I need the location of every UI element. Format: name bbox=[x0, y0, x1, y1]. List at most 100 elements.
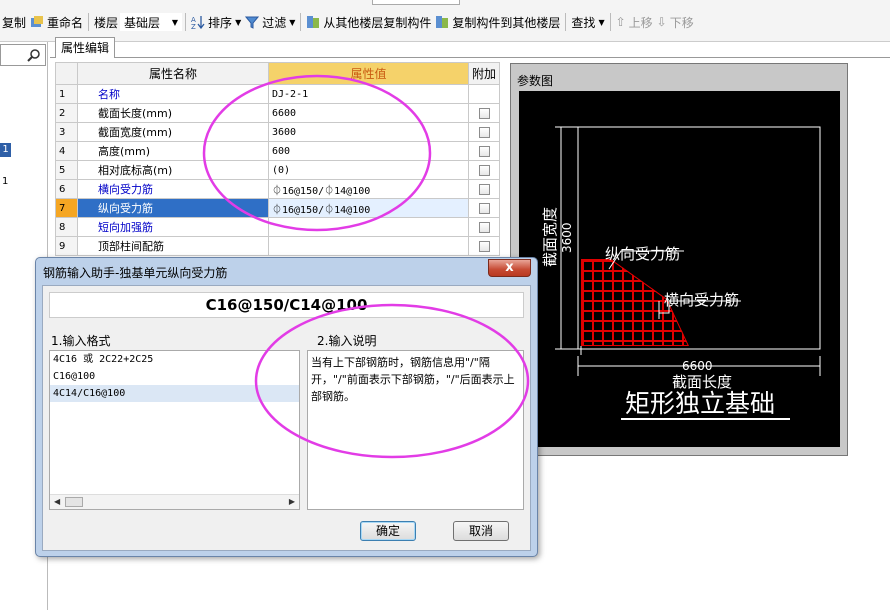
table-row[interactable]: 2 截面长度(mm) 6600 bbox=[55, 103, 501, 123]
foundation-diagram: 截面宽度 3600 纵向受力筋 横向受力筋 6600 截面长度 矩形独立基础 bbox=[541, 126, 821, 420]
property-name: 名称 bbox=[77, 84, 269, 104]
table-row[interactable]: 4 高度(mm) 600 bbox=[55, 141, 501, 161]
foundation-caption: 矩形独立基础 bbox=[625, 389, 775, 418]
extra-checkbox[interactable] bbox=[478, 164, 490, 176]
parameter-figure-canvas: 截面宽度 3600 纵向受力筋 横向受力筋 6600 截面长度 矩形独立基础 bbox=[519, 91, 840, 447]
move-up-button[interactable]: ⇧ 上移 bbox=[614, 14, 655, 31]
filter-label: 过滤 bbox=[262, 15, 287, 30]
input-description-text: 当有上下部钢筋时，钢筋信息用"/"隔开，"/"前面表示下部钢筋，"/"后面表示上… bbox=[307, 350, 524, 510]
property-name: 截面长度(mm) bbox=[77, 103, 269, 123]
search-icon[interactable] bbox=[27, 48, 41, 62]
format-list[interactable]: 4C16 或 2C22+2C25 C16@100 4C14/C16@100 ◀ … bbox=[49, 350, 300, 510]
extra-cell bbox=[467, 84, 501, 104]
list-item[interactable]: C16@100 bbox=[50, 368, 299, 385]
property-value[interactable] bbox=[268, 217, 469, 237]
extra-checkbox[interactable] bbox=[478, 183, 490, 195]
tab-property-edit[interactable]: 属性编辑 bbox=[55, 37, 115, 58]
property-value[interactable]: (0) bbox=[268, 160, 469, 180]
move-up-label: 上移 bbox=[628, 15, 653, 30]
extra-cell bbox=[467, 141, 501, 161]
width-label: 截面宽度 bbox=[541, 207, 559, 267]
list-item-selected[interactable]: 1 bbox=[0, 143, 11, 157]
table-row[interactable]: 1 名称 DJ-2-1 bbox=[55, 84, 501, 104]
move-down-label: 下移 bbox=[669, 15, 694, 30]
move-down-button[interactable]: ⇩ 下移 bbox=[655, 14, 696, 31]
extra-checkbox[interactable] bbox=[478, 202, 490, 214]
table-row-selected[interactable]: 7 纵向受力筋 ⏀16@150/⏀14@100 bbox=[55, 198, 501, 218]
row-number: 3 bbox=[55, 122, 78, 142]
table-row[interactable]: 6 横向受力筋 ⏀16@150/⏀14@100 bbox=[55, 179, 501, 199]
sort-button[interactable]: AZ 排序 ▼ bbox=[189, 14, 243, 31]
row-number: 8 bbox=[55, 217, 78, 237]
close-button[interactable]: x bbox=[488, 259, 531, 277]
copy-to-other-floor-button[interactable]: 复制构件到其他楼层 bbox=[433, 14, 562, 31]
row-number: 1 bbox=[55, 84, 78, 104]
extra-cell bbox=[467, 103, 501, 123]
sort-label: 排序 bbox=[208, 15, 233, 30]
property-name: 横向受力筋 bbox=[77, 179, 269, 199]
table-row[interactable]: 9 顶部柱间配筋 bbox=[55, 236, 501, 256]
cancel-button[interactable]: 取消 bbox=[453, 521, 509, 541]
rename-label: 重命名 bbox=[47, 15, 84, 30]
extra-checkbox[interactable] bbox=[478, 240, 490, 252]
extra-checkbox[interactable] bbox=[478, 126, 490, 138]
scrollbar-thumb[interactable] bbox=[65, 497, 83, 507]
list-item[interactable]: 1 bbox=[2, 176, 8, 187]
search-input[interactable] bbox=[0, 44, 46, 66]
copy-floor-icon bbox=[307, 16, 320, 28]
floor-select-value: 基础层 bbox=[124, 15, 161, 30]
filter-button[interactable]: 过滤 ▼ bbox=[243, 14, 297, 31]
find-label: 查找 bbox=[571, 15, 596, 30]
extra-cell bbox=[467, 179, 501, 199]
copy-label: 复制 bbox=[2, 15, 27, 30]
table-row[interactable]: 3 截面宽度(mm) 3600 bbox=[55, 122, 501, 142]
rebar-input-dialog: 钢筋输入助手-独基单元纵向受力筋 x C16@150/C14@100 1.输入格… bbox=[35, 257, 538, 557]
length-value: 6600 bbox=[682, 359, 713, 373]
row-number: 9 bbox=[55, 236, 78, 256]
column-header-value: 属性值 bbox=[268, 62, 469, 85]
floor-select[interactable]: 基础层 ▼ bbox=[120, 13, 183, 31]
property-value[interactable]: 3600 bbox=[268, 122, 469, 142]
extra-checkbox[interactable] bbox=[478, 145, 490, 157]
scroll-right-icon[interactable]: ▶ bbox=[289, 497, 295, 506]
table-row[interactable]: 8 短向加强筋 bbox=[55, 217, 501, 237]
separator bbox=[185, 13, 187, 31]
property-name: 高度(mm) bbox=[77, 141, 269, 161]
extra-checkbox[interactable] bbox=[478, 221, 490, 233]
dialog-title: 钢筋输入助手-独基单元纵向受力筋 bbox=[43, 266, 228, 280]
list-item[interactable]: 4C16 或 2C22+2C25 bbox=[50, 351, 299, 368]
table-row[interactable]: 5 相对底标高(m) (0) bbox=[55, 160, 501, 180]
rebar-preview-field: C16@150/C14@100 bbox=[49, 292, 524, 318]
property-value[interactable]: DJ-2-1 bbox=[268, 84, 469, 104]
find-button[interactable]: 查找 ▼ bbox=[569, 14, 606, 31]
rename-icon bbox=[31, 16, 44, 27]
property-name: 短向加强筋 bbox=[77, 217, 269, 237]
floor-label: 楼层 bbox=[94, 15, 119, 30]
column-header-extra: 附加 bbox=[467, 62, 501, 85]
scroll-left-icon[interactable]: ◀ bbox=[54, 497, 60, 506]
copy-to-other-label: 复制构件到其他楼层 bbox=[452, 15, 561, 30]
rename-button[interactable]: 重命名 bbox=[28, 14, 85, 31]
extra-cell bbox=[467, 217, 501, 237]
list-item-selected[interactable]: 4C14/C16@100 bbox=[50, 385, 299, 402]
property-value[interactable] bbox=[268, 236, 469, 256]
close-icon: x bbox=[505, 260, 514, 275]
copy-from-other-floor-button[interactable]: 从其他楼层复制构件 bbox=[304, 14, 433, 31]
row-number: 7 bbox=[55, 198, 78, 218]
horizontal-scrollbar[interactable]: ◀ ▶ bbox=[50, 494, 299, 509]
ok-button[interactable]: 确定 bbox=[360, 521, 416, 541]
dialog-body: C16@150/C14@100 1.输入格式 2.输入说明 4C16 或 2C2… bbox=[42, 285, 531, 551]
property-value[interactable]: ⏀16@150/⏀14@100 bbox=[268, 179, 469, 199]
copy-button[interactable]: 复制 bbox=[0, 14, 28, 31]
property-value[interactable]: 6600 bbox=[268, 103, 469, 123]
chevron-down-icon: ▼ bbox=[598, 17, 605, 27]
extra-cell bbox=[467, 160, 501, 180]
grid-corner bbox=[55, 62, 78, 85]
property-value[interactable]: 600 bbox=[268, 141, 469, 161]
extra-checkbox[interactable] bbox=[478, 107, 490, 119]
property-value[interactable]: ⏀16@150/⏀14@100 bbox=[268, 198, 469, 218]
chevron-down-icon: ▼ bbox=[171, 17, 179, 27]
parameter-figure-panel: 参数图 截面宽度 3600 纵向受力筋 横向受力筋 6600 截面长度 矩形独立… bbox=[510, 63, 848, 456]
arrow-up-icon: ⇧ bbox=[615, 15, 626, 29]
toolbar: 复制 重命名 楼层 基础层 ▼ AZ 排序 ▼ 过滤 ▼ 从其他楼层复制构件 复制构… bbox=[0, 0, 890, 42]
